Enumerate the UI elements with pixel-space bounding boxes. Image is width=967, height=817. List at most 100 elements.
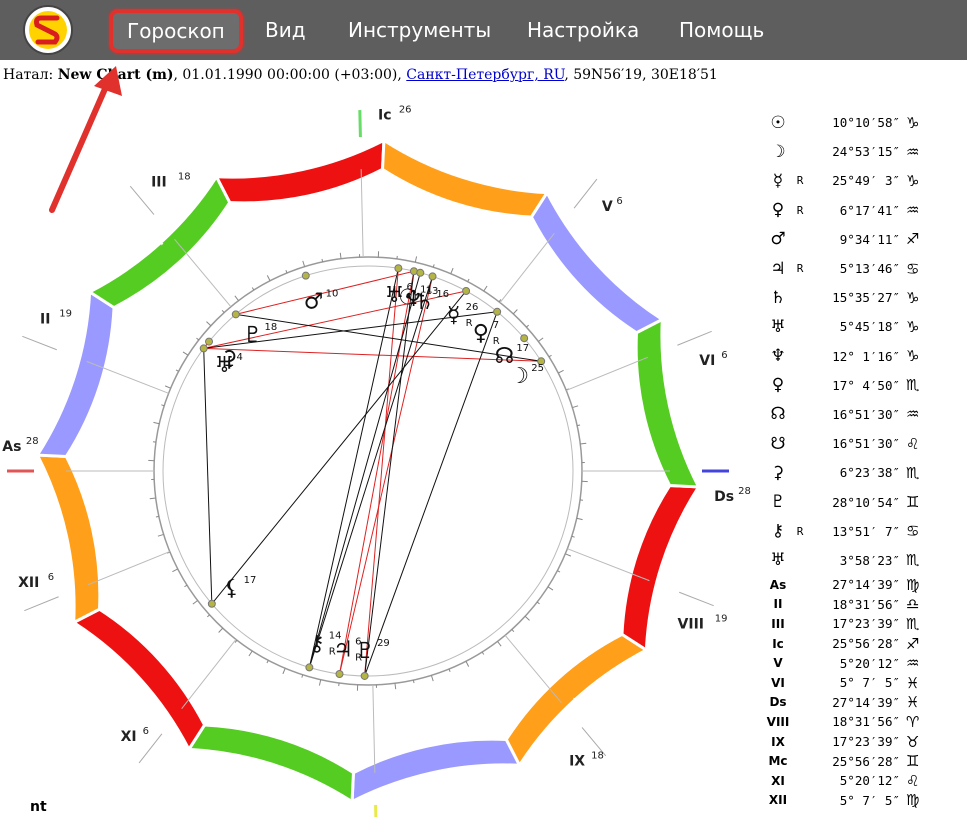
house-label: VIII [766,714,790,729]
degree-tick [175,369,179,372]
degree-tick [266,275,271,281]
app-logo[interactable] [22,4,74,56]
planet-degree: 17 [516,343,529,354]
house-label: Ds [769,695,787,710]
degree-tick [572,405,579,409]
degree-tick [339,252,342,259]
degree-tick [157,533,164,537]
planet-icon: ♅ [770,550,786,571]
sign-icon: ♓ [906,673,920,692]
sign-icon: ♑ [906,347,920,366]
degree-tick [394,683,397,690]
aspect-line [364,268,399,677]
house-position-row: VIII 18°31′56″ ♈ [764,712,964,732]
degree-tick [248,650,253,657]
planet-glyph-icon: ⚸ [224,576,240,601]
planet-dot [428,272,437,281]
house-label: II [773,597,783,612]
planet-degree: 9°34′11″ [839,231,900,247]
aspect-line [203,347,542,362]
planet-degree: 10°10′58″ [832,115,900,131]
aspect-line [203,348,213,604]
house-label: III [771,616,785,631]
house-degree: 17°23′39″ [832,734,900,750]
house-degree: 5° 7′ 5″ [839,792,900,808]
planet-position-row: ♅ 3°58′23″ ♏ [764,546,964,575]
menu-horoscope[interactable]: Гороскоп [109,9,243,53]
house-cusp-xi [138,733,163,764]
menu-view[interactable]: Вид [265,14,306,46]
degree-tick [302,260,306,267]
menu-help[interactable]: Помощь [679,14,764,46]
degree-tick [465,661,470,667]
chart-coordinates: , 59N56′19, 30E18′51 [564,67,718,83]
house-cusp-inner [372,684,376,773]
degree-tick [285,269,288,274]
degree-tick [318,679,322,686]
planet-icon: ♀ [771,200,785,221]
sagittarius-icon: ♐ [292,150,310,174]
degree-tick [483,285,488,292]
chart-name: New Chart (m) [57,67,174,83]
house-position-row: Ds 27°14′39″ ♓ [764,693,964,713]
degree-tick [412,680,415,684]
planet-position-row: ♂ 9°34′11″ ♐ [764,225,964,254]
planet-dot [301,271,310,280]
degree-tick [206,321,212,327]
chart-place-link[interactable]: Санкт-Петербург, RU [406,67,564,83]
sign-icon: ♑ [906,288,920,307]
planet-position-row: ♃ R 5°13′46″ ♋ [764,254,964,283]
house-degree: 28 [738,486,751,497]
degree-tick [149,497,156,500]
gemini-icon: ♊ [426,768,444,792]
aspect-line [339,276,434,675]
planet-dot [231,310,240,319]
menu-settings[interactable]: Настройка [527,14,639,46]
house-position-row: Mc 25°56′28″ ♊ [764,751,964,771]
planet-icon: ☋ [770,433,786,454]
degree-tick [430,675,434,682]
house-cusp-vi [677,330,712,346]
house-degree: 25°56′28″ [832,636,900,652]
planet-position-row: ☉ 10°10′58″ ♑ [764,108,964,137]
degree-tick [547,586,554,591]
house-label: XII [768,793,788,808]
pisces-icon: ♓ [668,392,686,416]
house-degree: 27°14′39″ [832,577,900,593]
degree-tick [321,258,324,262]
sign-icon: ♏ [906,614,920,633]
house-position-row: XI 5°20′12″ ♌ [764,771,964,791]
house-label: XI [771,773,785,788]
house-label: IX [771,734,785,749]
house-label-xii: XII [18,575,39,591]
planet-glyph-icon: ♇ [243,323,263,348]
retro-flag: R [796,524,804,538]
capricorn-icon: ♑ [456,158,474,182]
planet-degree: 5°45′18″ [839,319,900,335]
degree-tick [565,553,572,557]
planet-position-row: ☽ 24°53′15″ ♒ [764,137,964,166]
degree-tick [155,515,159,518]
house-label-as: As [2,439,21,455]
planet-icon: ♆ [770,346,786,367]
house-degree: 18 [591,750,604,761]
house-degree: 18°31′56″ [832,596,900,612]
house-label-v: V [602,199,613,215]
degree-tick [511,629,515,632]
house-degree: 5°20′12″ [839,773,900,789]
menu-tools[interactable]: Инструменты [348,14,491,46]
degree-tick [164,385,171,389]
planet-degree: 25°49′ 3″ [832,173,900,189]
planet-position-row: ☿ R 25°49′ 3″ ♑ [764,166,964,195]
house-cusp-xii [24,596,59,612]
sign-icon: ♓ [906,693,920,712]
planet-degree: 13 [426,286,439,297]
house-degree: 18°31′56″ [832,714,900,730]
planet-icon: ☽ [770,141,786,162]
degree-tick [218,627,224,633]
sign-icon: ♎ [906,595,920,614]
planet-retro-mark: R [466,318,473,329]
planet-icon: ♇ [770,492,786,513]
house-cusp-inner [88,551,170,586]
degree-tick [450,267,454,274]
